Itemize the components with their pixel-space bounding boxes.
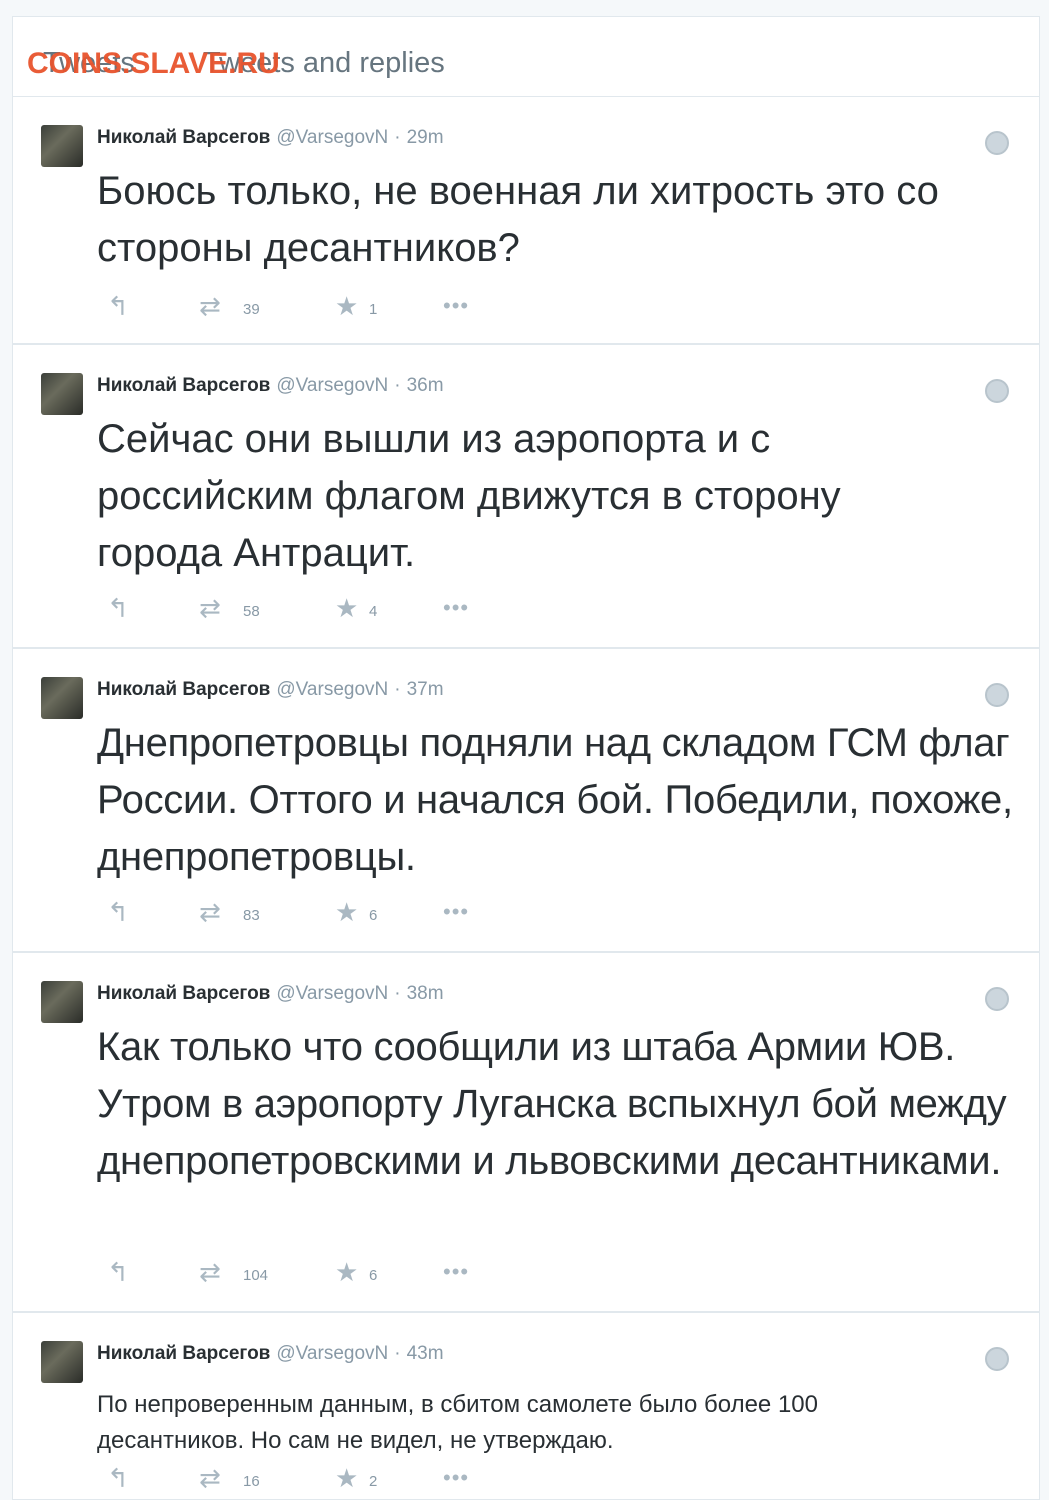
tweet-header: Николай Варсегов @VarsegovN · 29m	[97, 127, 444, 149]
reply-icon[interactable]: ↰	[107, 899, 129, 925]
more-options-icon[interactable]: •••	[443, 1261, 469, 1283]
tweet-header: Николай Варсегов @VarsegovN · 37m	[97, 679, 444, 701]
retweet-icon[interactable]: ⇄	[199, 293, 221, 319]
profile-tab-bar: Tweets Tweets and replies COINS.SLAVE.RU	[13, 17, 1039, 97]
avatar[interactable]	[41, 981, 83, 1023]
favorite-count: 4	[369, 603, 378, 620]
favorite-count: 6	[369, 1267, 378, 1284]
globe-icon	[985, 683, 1009, 707]
avatar[interactable]	[41, 373, 83, 415]
tweet-timestamp[interactable]: 38m	[407, 983, 444, 1004]
avatar[interactable]	[41, 677, 83, 719]
retweet-count: 104	[243, 1267, 269, 1284]
tweet-timestamp[interactable]: 36m	[407, 375, 444, 396]
tweet-text: Днепропетровцы подняли над складом ГСМ ф…	[97, 721, 1013, 879]
favorite-star-icon[interactable]: ★	[335, 1465, 358, 1491]
tweet[interactable]: Николай Варсегов @VarsegovN · 43m По непров…	[13, 1313, 1039, 1499]
retweet-count: 58	[243, 603, 260, 620]
favorite-count: 2	[369, 1473, 378, 1490]
favorite-star-icon[interactable]: ★	[335, 899, 358, 925]
globe-icon	[985, 379, 1009, 403]
avatar[interactable]	[41, 1341, 83, 1383]
watermark: COINS.SLAVE.RU	[27, 47, 280, 80]
tweet-header: Николай Варсегов @VarsegovN · 43m	[97, 1343, 444, 1365]
retweet-icon[interactable]: ⇄	[199, 595, 221, 621]
tweet-handle[interactable]: @VarsegovN	[276, 375, 388, 396]
more-options-icon[interactable]: •••	[443, 597, 469, 619]
tweet-header: Николай Варсегов @VarsegovN · 36m	[97, 375, 444, 397]
reply-icon[interactable]: ↰	[107, 595, 129, 621]
timeline: Tweets Tweets and replies COINS.SLAVE.RU…	[12, 16, 1040, 1500]
favorite-count: 1	[369, 301, 378, 318]
tweet-handle[interactable]: @VarsegovN	[276, 679, 388, 700]
separator-dot: ·	[394, 127, 401, 148]
avatar[interactable]	[41, 125, 83, 167]
tweet-handle[interactable]: @VarsegovN	[276, 1343, 388, 1364]
tweet-text: Сейчас они вышли из аэропорта и с россий…	[97, 417, 841, 575]
retweet-icon[interactable]: ⇄	[199, 1465, 221, 1491]
tweet-text: По непроверенным данным, в сбитом самоле…	[97, 1391, 818, 1454]
tweet-handle[interactable]: @VarsegovN	[276, 127, 388, 148]
more-options-icon[interactable]: •••	[443, 1467, 469, 1489]
tweet[interactable]: Николай Варсегов @VarsegovN · 37m Днепропет…	[13, 649, 1039, 953]
more-options-icon[interactable]: •••	[443, 295, 469, 317]
separator-dot: ·	[394, 983, 401, 1004]
tweet-text: Как только что сообщили из штаба Армии Ю…	[97, 1025, 1007, 1183]
favorite-star-icon[interactable]: ★	[335, 1259, 358, 1285]
tweet[interactable]: Николай Варсегов @VarsegovN · 36m Сейчас он…	[13, 345, 1039, 649]
tweet[interactable]: Николай Варсегов @VarsegovN · 38m Как тольк…	[13, 953, 1039, 1313]
retweet-icon[interactable]: ⇄	[199, 1259, 221, 1285]
separator-dot: ·	[394, 679, 401, 700]
tweet-header: Николай Варсегов @VarsegovN · 38m	[97, 983, 444, 1005]
reply-icon[interactable]: ↰	[107, 293, 129, 319]
tweet-timestamp[interactable]: 37m	[407, 679, 444, 700]
tweet-timestamp[interactable]: 43m	[407, 1343, 444, 1364]
tweet-fullname[interactable]: Николай Варсегов	[97, 1343, 270, 1364]
retweet-count: 83	[243, 907, 260, 924]
tweet-timestamp[interactable]: 29m	[407, 127, 444, 148]
retweet-count: 16	[243, 1473, 260, 1490]
tweet-fullname[interactable]: Николай Варсегов	[97, 983, 270, 1004]
tweet-fullname[interactable]: Николай Варсегов	[97, 679, 270, 700]
globe-icon	[985, 987, 1009, 1011]
tweet-text: Боюсь только, не военная ли хитрость это…	[97, 169, 939, 270]
tweet-handle[interactable]: @VarsegovN	[276, 983, 388, 1004]
reply-icon[interactable]: ↰	[107, 1465, 129, 1491]
reply-icon[interactable]: ↰	[107, 1259, 129, 1285]
retweet-icon[interactable]: ⇄	[199, 899, 221, 925]
tweet-fullname[interactable]: Николай Варсегов	[97, 375, 270, 396]
separator-dot: ·	[394, 1343, 401, 1364]
favorite-star-icon[interactable]: ★	[335, 293, 358, 319]
retweet-count: 39	[243, 301, 260, 318]
more-options-icon[interactable]: •••	[443, 901, 469, 923]
favorite-count: 6	[369, 907, 378, 924]
tweet[interactable]: Николай Варсегов @VarsegovN · 29m Боюсь тол…	[13, 97, 1039, 345]
favorite-star-icon[interactable]: ★	[335, 595, 358, 621]
globe-icon	[985, 1347, 1009, 1371]
tweet-fullname[interactable]: Николай Варсегов	[97, 127, 270, 148]
separator-dot: ·	[394, 375, 401, 396]
globe-icon	[985, 131, 1009, 155]
